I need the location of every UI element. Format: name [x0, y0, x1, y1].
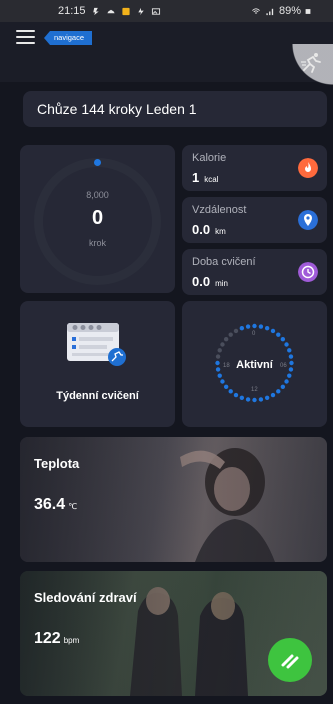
wifi-icon — [252, 7, 260, 14]
activity-summary-card[interactable]: Chůze 144 kroky Leden 1 — [23, 91, 327, 127]
health-title: Sledování zdraví — [34, 590, 137, 605]
clock-mark-12: 12 — [251, 387, 258, 393]
gallery-icon — [151, 7, 160, 15]
heart-rate-value: 122 bpm — [34, 630, 80, 647]
activity-dial-dot — [217, 373, 222, 378]
exercise-time-label: Doba cvičení — [192, 256, 256, 268]
steps-goal: 8,000 — [86, 190, 109, 200]
runner-logo-icon[interactable] — [300, 52, 324, 74]
status-bar: 21:15 89% — [0, 0, 333, 22]
calories-card[interactable]: Kalorie 1 kcal — [182, 145, 327, 191]
activity-dial-dot — [239, 395, 245, 400]
activity-dial-dot — [220, 342, 225, 347]
activity-dial-dot — [264, 326, 270, 331]
distance-card[interactable]: Vzdálenost 0.0 km — [182, 197, 327, 243]
battery-percent: 89% — [278, 5, 301, 17]
distance-value: 0.0 km — [192, 222, 226, 237]
activity-dial-dot — [280, 384, 286, 389]
notification-icon — [92, 7, 99, 15]
status-left: 21:15 — [58, 5, 161, 17]
activity-dial-dot — [284, 342, 289, 347]
weekly-exercise-label: Týdenní cvičení — [56, 390, 139, 402]
activity-dial-dot — [233, 392, 239, 398]
activity-dial-dot — [264, 395, 270, 400]
steps-unit: krok — [88, 238, 106, 248]
activity-dial-dot — [223, 337, 229, 342]
exercise-time-card[interactable]: Doba cvičení 0.0 min — [182, 249, 327, 295]
steps-card[interactable]: 8,000 0 krok — [20, 145, 175, 293]
double-slash-icon — [281, 654, 299, 669]
activity-dial-dot — [276, 332, 281, 337]
steps-value: 0 — [91, 207, 104, 229]
activity-dial-dot — [270, 328, 276, 334]
activity-clock-card[interactable]: 0 06 12 18 Aktivní — [182, 301, 327, 427]
status-right: 89% — [251, 5, 311, 17]
activity-dial-dot — [220, 379, 225, 384]
weekly-exercise-card[interactable]: Týdenní cvičení — [20, 301, 175, 427]
clock-mark-0: 0 — [252, 331, 256, 337]
activity-summary-text: Chůze 144 kroky Leden 1 — [37, 101, 197, 117]
activity-dial-dot — [228, 332, 233, 337]
location-pin-icon — [298, 210, 318, 230]
activity-label: Aktivní — [236, 359, 273, 371]
charging-icon — [137, 7, 144, 15]
activity-dial-dot — [280, 337, 286, 342]
activity-dial-dot — [245, 397, 251, 402]
activity-dial-dot — [287, 373, 292, 378]
activity-dial-dot — [287, 348, 292, 353]
distance-label: Vzdálenost — [192, 204, 247, 216]
weekly-calendar-icon — [67, 323, 126, 366]
top-bar — [0, 22, 333, 104]
clock-icon — [298, 262, 318, 282]
flame-icon — [298, 158, 318, 178]
start-workout-button[interactable] — [268, 638, 312, 682]
activity-dial-dot — [223, 384, 229, 389]
activity-dial-dot — [252, 397, 257, 403]
app-notification-icon — [121, 7, 130, 15]
activity-dial-dot — [239, 326, 245, 331]
activity-dial-dot — [270, 392, 276, 398]
signal-icon — [266, 8, 274, 15]
activity-dial-dot — [258, 397, 264, 402]
navigation-chip[interactable]: navigace — [44, 31, 93, 45]
weather-icon — [106, 9, 115, 13]
calories-label: Kalorie — [192, 152, 227, 164]
hamburger-menu-icon[interactable] — [16, 30, 35, 44]
temperature-value: 36.4 ℃ — [34, 496, 78, 513]
status-time: 21:15 — [58, 5, 86, 17]
activity-dial-dot — [252, 323, 257, 329]
activity-dial-dot — [217, 348, 222, 353]
temperature-title: Teplota — [34, 456, 80, 471]
activity-dial-dot — [284, 379, 289, 384]
activity-dial-dot — [245, 324, 251, 329]
steps-progress-dot — [94, 159, 101, 166]
calories-value: 1 kcal — [192, 170, 219, 185]
exercise-time-value: 0.0 min — [192, 274, 228, 289]
temperature-card[interactable]: Teplota 36.4 ℃ — [20, 437, 327, 562]
activity-dial-dot — [276, 389, 281, 394]
battery-icon — [305, 8, 311, 14]
activity-dial-dot — [258, 324, 264, 329]
activity-dial-dot — [233, 328, 239, 334]
activity-dial-dot — [228, 389, 233, 394]
